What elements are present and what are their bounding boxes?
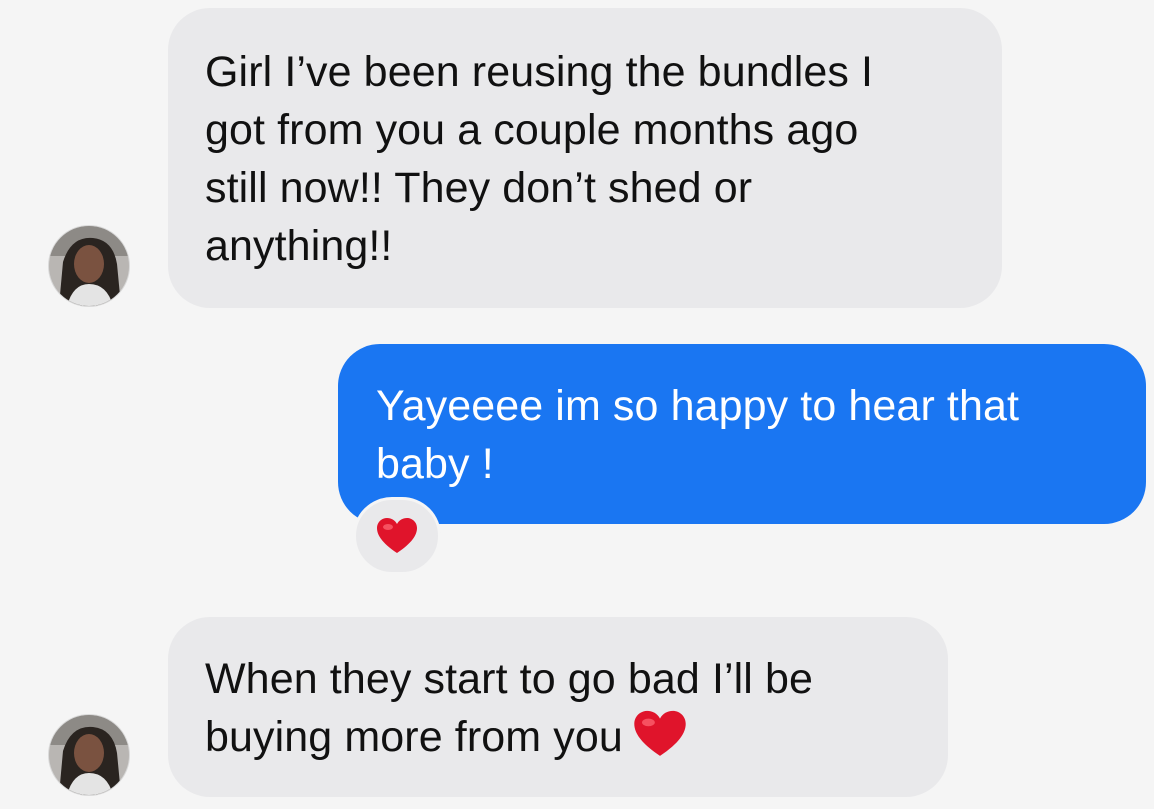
message-bubble-outgoing[interactable]: Yayeeee im so happy to hear that baby !	[338, 344, 1146, 524]
contact-avatar[interactable]	[49, 226, 129, 306]
message-text-line: anything!!	[205, 222, 393, 270]
message-text-line: Girl I’ve been reusing the bundles I	[205, 48, 874, 96]
message-text-segment: buying more from you	[205, 713, 623, 761]
message-text-line: When they start to go bad I’ll be	[205, 655, 814, 703]
message-text-line: buying more from you	[205, 708, 918, 766]
heart-icon	[377, 518, 417, 553]
message-bubble-incoming[interactable]: When they start to go bad I’ll be buying…	[168, 617, 948, 797]
message-text-line: Yayeeee im so happy to hear that	[376, 382, 1020, 430]
message-text-line: still now!! They don’t shed or	[205, 164, 753, 212]
message-text-line: got from you a couple months ago	[205, 106, 859, 154]
heart-icon	[634, 710, 686, 756]
heart-reaction[interactable]	[353, 497, 441, 575]
message-text-line: baby !	[376, 440, 494, 488]
message-bubble-incoming[interactable]: Girl I’ve been reusing the bundles I got…	[168, 8, 1002, 308]
contact-avatar[interactable]	[49, 715, 129, 795]
